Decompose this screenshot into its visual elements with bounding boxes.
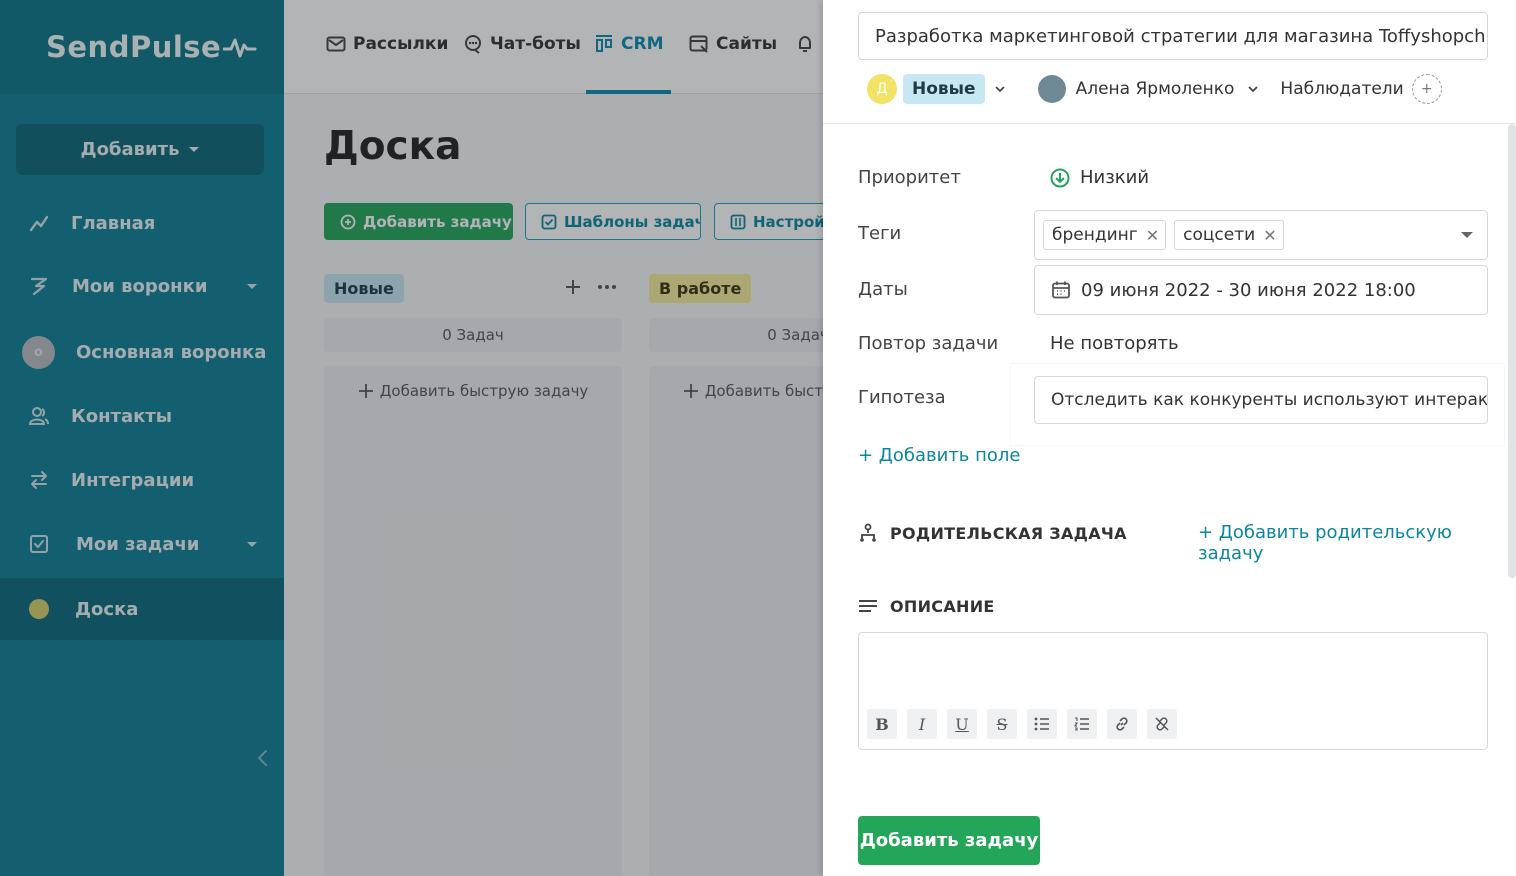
unlink-icon[interactable] [1147, 709, 1177, 739]
hierarchy-icon [860, 523, 876, 542]
watchers-label: Наблюдатели [1280, 79, 1404, 99]
panel-scrollbar[interactable] [1508, 124, 1516, 578]
parent-task-title: РОДИТЕЛЬСКАЯ ЗАДАЧА [890, 523, 1127, 543]
bold-icon[interactable]: B [867, 709, 897, 739]
calendar-icon [1052, 281, 1070, 299]
numbered-list-icon[interactable] [1067, 709, 1097, 739]
add-field-link[interactable]: + Добавить поле [858, 445, 1021, 466]
arrow-down-circle-icon [1050, 168, 1070, 187]
parent-task-section: РОДИТЕЛЬСКАЯ ЗАДАЧА [858, 523, 1127, 543]
task-panel-header: Разработка маркетинговой стратегии для м… [823, 0, 1516, 124]
description-title: ОПИСАНИЕ [890, 597, 995, 616]
repeat-label: Повтор задачи [858, 333, 999, 354]
strikethrough-icon[interactable]: S [987, 709, 1017, 739]
chevron-down-icon[interactable] [1248, 84, 1259, 94]
task-panel: Разработка маркетинговой стратегии для м… [823, 0, 1516, 876]
assignee-name[interactable]: Алена Ярмоленко [1076, 79, 1235, 99]
tag-label: брендинг [1052, 225, 1138, 245]
priority-value[interactable]: Низкий [1050, 167, 1149, 188]
priority-text: Низкий [1080, 167, 1150, 188]
tag-label: соцсети [1183, 225, 1256, 245]
format-toolbar: B I U S [867, 709, 1177, 739]
italic-icon[interactable]: I [907, 709, 937, 739]
caret-down-icon[interactable] [1461, 232, 1473, 238]
add-parent-task-link[interactable]: + Добавить родительскую задачу [1198, 522, 1516, 564]
avatar: Д [867, 74, 897, 104]
repeat-value[interactable]: Не повторять [1050, 333, 1179, 354]
hypothesis-label: Гипотеза [858, 387, 946, 408]
remove-tag-icon[interactable]: ✕ [1263, 226, 1276, 245]
tags-label: Теги [858, 223, 902, 244]
dates-input[interactable]: 09 июня 2022 - 30 июня 2022 18:00 [1034, 265, 1488, 315]
tags-select[interactable]: брендинг ✕ соцсети ✕ [1034, 210, 1488, 260]
hypothesis-input[interactable]: Отследить как конкуренты используют инте… [1034, 376, 1488, 424]
bullet-list-icon[interactable] [1027, 709, 1057, 739]
description-editor[interactable]: B I U S [858, 632, 1488, 750]
text-lines-icon [859, 599, 877, 612]
underline-icon[interactable]: U [947, 709, 977, 739]
tag-chip: брендинг ✕ [1043, 220, 1167, 250]
remove-tag-icon[interactable]: ✕ [1146, 226, 1159, 245]
dates-value: 09 июня 2022 - 30 июня 2022 18:00 [1081, 279, 1416, 301]
tag-chip: соцсети ✕ [1174, 220, 1284, 250]
description-section: ОПИСАНИЕ [858, 597, 995, 616]
add-watcher-button[interactable]: + [1411, 74, 1442, 104]
status-badge[interactable]: Новые [903, 74, 985, 104]
dates-label: Даты [858, 279, 908, 300]
chevron-down-icon[interactable] [994, 84, 1005, 94]
submit-task-button[interactable]: Добавить задачу [858, 816, 1040, 865]
modal-overlay[interactable] [0, 0, 823, 876]
link-icon[interactable] [1107, 709, 1137, 739]
priority-label: Приоритет [858, 167, 961, 188]
task-title-input[interactable]: Разработка маркетинговой стратегии для м… [858, 12, 1488, 60]
assignee-avatar [1037, 75, 1066, 103]
task-status-row: Д Новые Алена Ярмоленко Наблюдатели + [867, 72, 1442, 106]
